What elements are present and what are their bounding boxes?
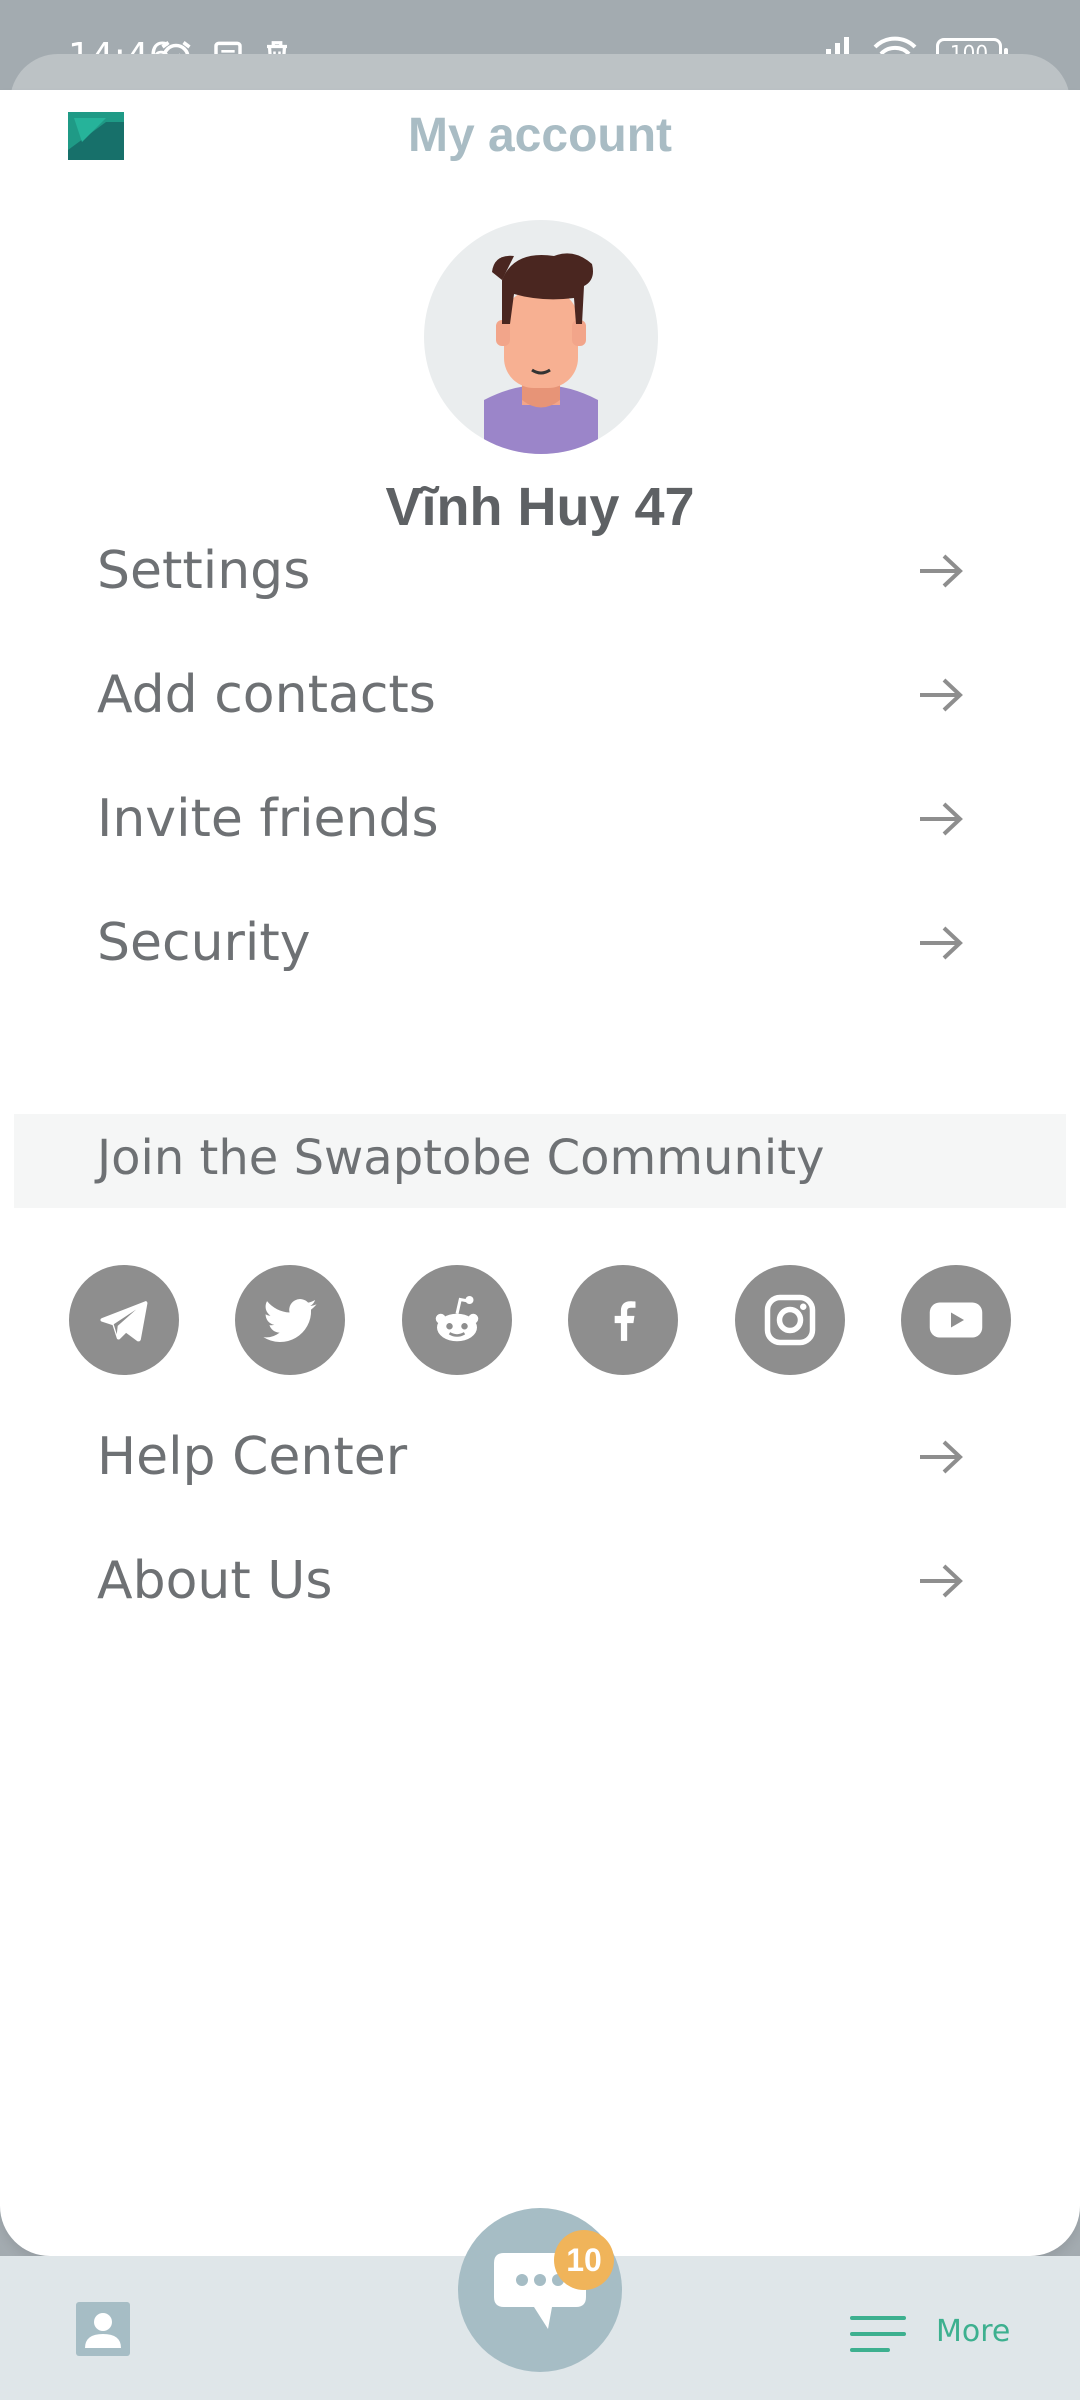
twitter-button[interactable] bbox=[235, 1265, 345, 1375]
reddit-icon bbox=[435, 1296, 479, 1342]
menu-item-label: About Us bbox=[97, 1551, 333, 1611]
menu-item-about-us[interactable]: About Us bbox=[0, 1519, 1080, 1643]
facebook-button[interactable] bbox=[568, 1265, 678, 1375]
arrow-right-icon bbox=[920, 1440, 963, 1474]
arrow-right-icon bbox=[920, 926, 963, 960]
header: My account bbox=[0, 90, 1080, 190]
menu-item-label: Invite friends bbox=[97, 789, 439, 849]
avatar-illustration bbox=[484, 253, 598, 454]
menu-item-security[interactable]: Security bbox=[0, 881, 1080, 1005]
telegram-button[interactable] bbox=[69, 1265, 179, 1375]
more-label: More bbox=[936, 2314, 1011, 2349]
arrow-right-icon bbox=[920, 802, 963, 836]
youtube-icon bbox=[929, 1302, 983, 1338]
menu-item-help-center[interactable]: Help Center bbox=[0, 1395, 1080, 1519]
arrow-right-icon bbox=[920, 678, 963, 712]
twitter-icon bbox=[263, 1299, 317, 1343]
instagram-button[interactable] bbox=[735, 1265, 845, 1375]
social-links bbox=[0, 1265, 1080, 1377]
menu-item-add-contacts[interactable]: Add contacts bbox=[0, 633, 1080, 757]
instagram-icon bbox=[764, 1294, 816, 1346]
menu-item-settings[interactable]: Settings bbox=[0, 509, 1080, 633]
contacts-icon[interactable] bbox=[76, 2302, 130, 2356]
menu-item-label: Security bbox=[97, 913, 311, 973]
menu-item-label: Settings bbox=[97, 541, 311, 601]
avatar[interactable] bbox=[424, 220, 658, 454]
more-button[interactable]: More bbox=[850, 2310, 1010, 2360]
menu-item-invite-friends[interactable]: Invite friends bbox=[0, 757, 1080, 881]
chat-unread-badge: 10 bbox=[554, 2230, 614, 2290]
community-section-header: Join the Swaptobe Community bbox=[14, 1114, 1066, 1208]
telegram-icon bbox=[100, 1301, 148, 1342]
account-sheet: My account Vĩnh Huy 47 Settings Add cont… bbox=[0, 90, 1080, 2256]
arrow-right-icon bbox=[920, 554, 963, 588]
arrow-right-icon bbox=[920, 1564, 963, 1598]
menu-lines-icon bbox=[850, 2316, 906, 2352]
youtube-button[interactable] bbox=[901, 1265, 1011, 1375]
menu-item-label: Help Center bbox=[97, 1427, 408, 1487]
reddit-button[interactable] bbox=[402, 1265, 512, 1375]
menu-item-label: Add contacts bbox=[97, 665, 436, 725]
page-title: My account bbox=[407, 109, 673, 162]
facebook-icon bbox=[614, 1301, 636, 1341]
community-label: Join the Swaptobe Community bbox=[97, 1130, 825, 1186]
